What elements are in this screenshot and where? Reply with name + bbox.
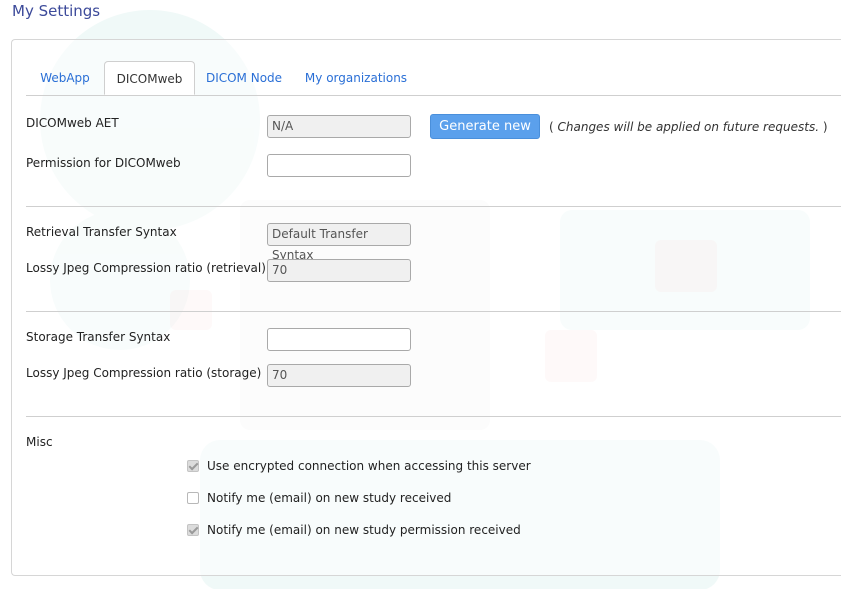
storage-syntax-label: Storage Transfer Syntax	[26, 330, 171, 344]
permission-dicomweb-label: Permission for DICOMweb	[26, 156, 181, 170]
notify-new-study-checkbox[interactable]	[187, 492, 199, 504]
notify-permission-label: Notify me (email) on new study permissio…	[207, 523, 521, 537]
dicomweb-aet-label: DICOMweb AET	[26, 116, 119, 130]
storage-syntax-select[interactable]	[267, 328, 411, 351]
note-text: Changes will be applied on future reques…	[557, 120, 820, 134]
option-notify-permission[interactable]: Notify me (email) on new study permissio…	[187, 522, 521, 538]
tab-bar: WebApp DICOMweb DICOM Node My organizati…	[26, 61, 841, 96]
storage-ratio-label: Lossy Jpeg Compression ratio (storage)	[26, 366, 262, 380]
section-divider	[26, 416, 841, 417]
notify-new-study-label: Notify me (email) on new study received	[207, 491, 452, 505]
tab-dicomweb[interactable]: DICOMweb	[104, 61, 195, 95]
storage-ratio-field[interactable]: 70	[267, 364, 411, 387]
retrieval-syntax-select[interactable]: Default Transfer Syntax	[267, 223, 411, 262]
dicomweb-aet-field[interactable]: N/A	[267, 115, 411, 138]
notify-permission-checkbox[interactable]	[187, 524, 199, 536]
permission-dicomweb-field[interactable]	[267, 154, 411, 177]
encrypted-connection-label: Use encrypted connection when accessing …	[207, 459, 531, 473]
option-notify-new-study[interactable]: Notify me (email) on new study received	[187, 490, 451, 506]
retrieval-ratio-field[interactable]: 70	[267, 259, 411, 282]
option-encrypted-connection[interactable]: Use encrypted connection when accessing …	[187, 458, 531, 474]
note-open: (	[549, 120, 558, 134]
retrieval-ratio-label: Lossy Jpeg Compression ratio (retrieval)	[26, 261, 266, 275]
tab-webapp[interactable]: WebApp	[30, 61, 100, 95]
page-title: My Settings	[12, 2, 101, 20]
tab-dicom-node[interactable]: DICOM Node	[202, 61, 286, 95]
section-divider	[26, 206, 841, 207]
generate-new-button[interactable]: Generate new	[430, 114, 540, 139]
section-divider	[26, 311, 841, 312]
misc-label: Misc	[26, 435, 53, 449]
changes-note: ( Changes will be applied on future requ…	[549, 120, 828, 134]
note-close: )	[819, 120, 828, 134]
tab-my-organizations[interactable]: My organizations	[301, 61, 411, 95]
encrypted-connection-checkbox[interactable]	[187, 460, 199, 472]
retrieval-syntax-label: Retrieval Transfer Syntax	[26, 225, 177, 239]
